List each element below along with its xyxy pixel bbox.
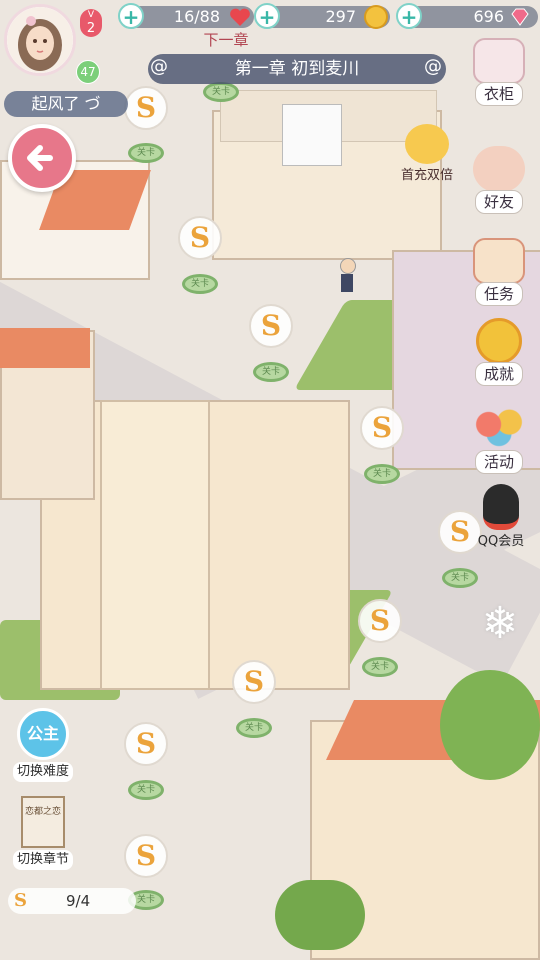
level-s-bubble[interactable]: S: [232, 660, 276, 704]
difficulty-badge: 公主: [17, 708, 69, 760]
level-node[interactable]: 关卡: [362, 657, 398, 677]
add-stamina-button[interactable]: +: [118, 3, 144, 29]
medal-icon: [476, 318, 522, 364]
player-name-plate[interactable]: 起风了 づ: [4, 91, 128, 117]
rooftop-unit: [282, 104, 342, 166]
level-s-bubble[interactable]: S: [124, 834, 168, 878]
level-s-bubble[interactable]: S: [358, 599, 402, 643]
events-label: 活动: [474, 450, 523, 474]
stamina-value: 16/88: [173, 7, 220, 26]
avatar[interactable]: [4, 4, 76, 76]
tasks-label: 任务: [474, 282, 523, 306]
tasks-button[interactable]: 任务: [466, 238, 532, 306]
building-left-roof: [0, 328, 90, 368]
level-node[interactable]: 关卡: [236, 718, 272, 738]
first-recharge-label: 首充双倍: [400, 168, 453, 183]
wardrobe-label: 衣柜: [474, 82, 523, 106]
coin-s-icon: S: [14, 890, 27, 911]
friends-label: 好友: [474, 190, 523, 214]
level-node[interactable]: 关卡: [128, 780, 164, 800]
stage-progress-bar: S 9/4: [8, 888, 136, 914]
balloons-icon: [473, 406, 525, 452]
chapter-title: 第一章 初到麦川: [234, 59, 360, 79]
book-icon: [473, 238, 525, 284]
level-s-bubble[interactable]: S: [249, 304, 293, 348]
level-node[interactable]: 关卡: [128, 143, 164, 163]
player-level: 47: [80, 65, 96, 79]
next-chapter-label: 下一章: [203, 31, 249, 49]
diamond-icon: [511, 8, 529, 26]
friends-icon: [473, 146, 525, 192]
level-node[interactable]: 关卡: [182, 274, 218, 294]
arrow-left-icon: [27, 145, 53, 171]
level-s-bubble[interactable]: S: [124, 86, 168, 130]
chapter-switch-button[interactable]: 恋都之恋 切换章节: [10, 796, 76, 870]
wardrobe-button[interactable]: 衣柜: [466, 38, 532, 106]
player-character-icon: [340, 258, 356, 292]
chapter-book-icon: 恋都之恋: [21, 796, 65, 848]
qq-member-label: QQ会员: [477, 534, 525, 549]
difficulty-button[interactable]: 公主 切换难度: [10, 708, 76, 782]
player-name: 起风了 づ: [31, 94, 101, 113]
level-s-bubble[interactable]: S: [360, 406, 404, 450]
level-node[interactable]: 关卡: [364, 464, 400, 484]
add-diamonds-button[interactable]: +: [396, 3, 422, 29]
piggy-bank-icon: [405, 124, 449, 164]
first-recharge-button[interactable]: 首充双倍: [392, 124, 462, 183]
back-button[interactable]: [8, 124, 76, 192]
chapter-title-bar: 第一章 初到麦川: [148, 54, 446, 84]
player-level-badge: 47: [76, 60, 100, 84]
achievements-button[interactable]: 成就: [466, 318, 532, 386]
tree: [440, 670, 540, 780]
heart-icon: [230, 8, 250, 26]
achievements-label: 成就: [474, 362, 523, 386]
coins-value: 297: [325, 7, 356, 26]
swirl-ornament-icon: @: [150, 56, 168, 77]
snowflake-icon[interactable]: ❄: [476, 600, 524, 648]
vip-level: 2: [86, 21, 96, 36]
level-node[interactable]: 关卡: [253, 362, 289, 382]
shrubs: [275, 880, 365, 950]
building-tower: [100, 400, 210, 690]
swirl-ornament-icon: @: [424, 56, 442, 77]
qq-penguin-icon: [483, 484, 519, 530]
add-coins-button[interactable]: +: [254, 3, 280, 29]
wardrobe-icon: [473, 38, 525, 84]
difficulty-label: 切换难度: [12, 762, 73, 782]
diamonds-value: 696: [473, 7, 504, 26]
level-s-bubble[interactable]: S: [178, 216, 222, 260]
level-s-bubble[interactable]: S: [124, 722, 168, 766]
next-chapter-button[interactable]: 下一章: [196, 30, 256, 50]
qq-member-button[interactable]: QQ会员: [470, 484, 532, 549]
level-node[interactable]: 关卡: [203, 82, 239, 102]
events-button[interactable]: 活动: [466, 406, 532, 474]
stage-progress-value: 9/4: [66, 892, 91, 910]
friends-button[interactable]: 好友: [466, 146, 532, 214]
vip-badge: V 2: [80, 9, 102, 37]
chapter-switch-label: 切换章节: [12, 850, 73, 870]
coin-icon: [364, 5, 388, 29]
level-node[interactable]: 关卡: [442, 568, 478, 588]
